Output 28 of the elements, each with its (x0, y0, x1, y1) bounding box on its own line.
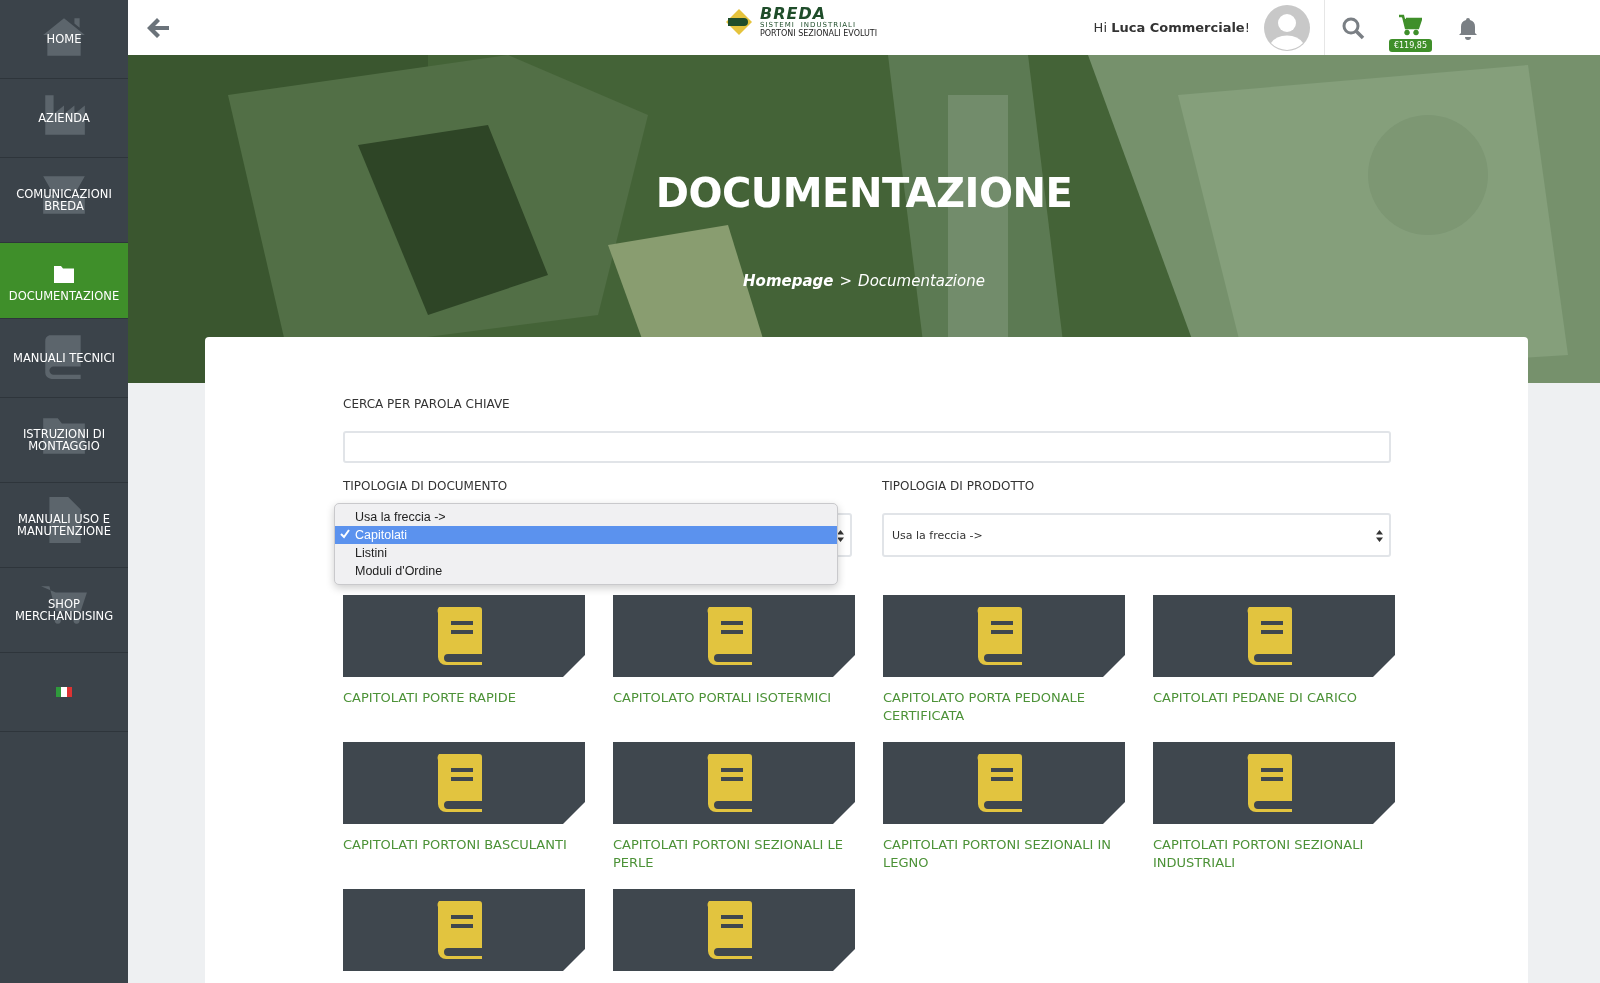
document-title[interactable]: CAPITOLATI PORTONI SEZIONALI LE PERLE (613, 836, 855, 872)
field-label: CERCA PER PAROLA CHIAVE (343, 397, 511, 411)
document-title[interactable]: CAPITOLATI PORTONI BASCULANTI (343, 836, 585, 854)
document-title[interactable]: CAPITOLATI PORTONI SEZIONALI IN LEGNO (883, 836, 1125, 872)
page-title: DOCUMENTAZIONE (654, 170, 1074, 216)
sidebar-item[interactable]: SHOP MERCHANDISING (0, 568, 128, 653)
dropdown-option[interactable]: Usa la freccia -> (335, 508, 837, 526)
breadcrumb-current: Documentazione (858, 272, 985, 290)
sidebar-item[interactable]: ISTRUZIONI DI MONTAGGIO (0, 398, 128, 483)
breadcrumb-link[interactable]: Homepage (743, 272, 834, 290)
document-title[interactable]: CAPITOLATI PEDANE DI CARICO (1153, 689, 1395, 707)
document-title[interactable]: CAPITOLATO PORTA PEDONALE CERTIFICATA (883, 689, 1125, 725)
dropdown-option[interactable]: Moduli d'Ordine (335, 562, 837, 580)
field-label: TIPOLOGIA DI DOCUMENTO (343, 479, 509, 493)
greeting: Hi Luca Commerciale! (1093, 20, 1250, 35)
document-title[interactable]: CAPITOLATI PORTE RAPIDE (343, 689, 585, 707)
breadcrumb-separator: > (839, 272, 853, 290)
sidebar-item[interactable]: DOCUMENTAZIONE (0, 243, 128, 319)
sidebar-item[interactable]: MANUALI TECNICI (0, 319, 128, 398)
select-field[interactable]: Usa la freccia -> (882, 513, 1391, 557)
sidebar-item[interactable]: AZIENDA (0, 79, 128, 158)
cart-total-badge: €119,85 (1388, 39, 1432, 52)
document-title[interactable]: CAPITOLATO PORTALI ISOTERMICI (613, 689, 855, 707)
dropdown-option[interactable]: Listini (335, 544, 837, 562)
document-title[interactable]: CAPITOLATI PORTONI SEZIONALI INDUSTRIALI (1153, 836, 1395, 872)
sidebar-item[interactable]: HOME (0, 0, 128, 79)
sidebar-item[interactable]: MANUALI USO E MANUTENZIONE (0, 483, 128, 568)
field-label: TIPOLOGIA DI PRODOTTO (882, 479, 1036, 493)
